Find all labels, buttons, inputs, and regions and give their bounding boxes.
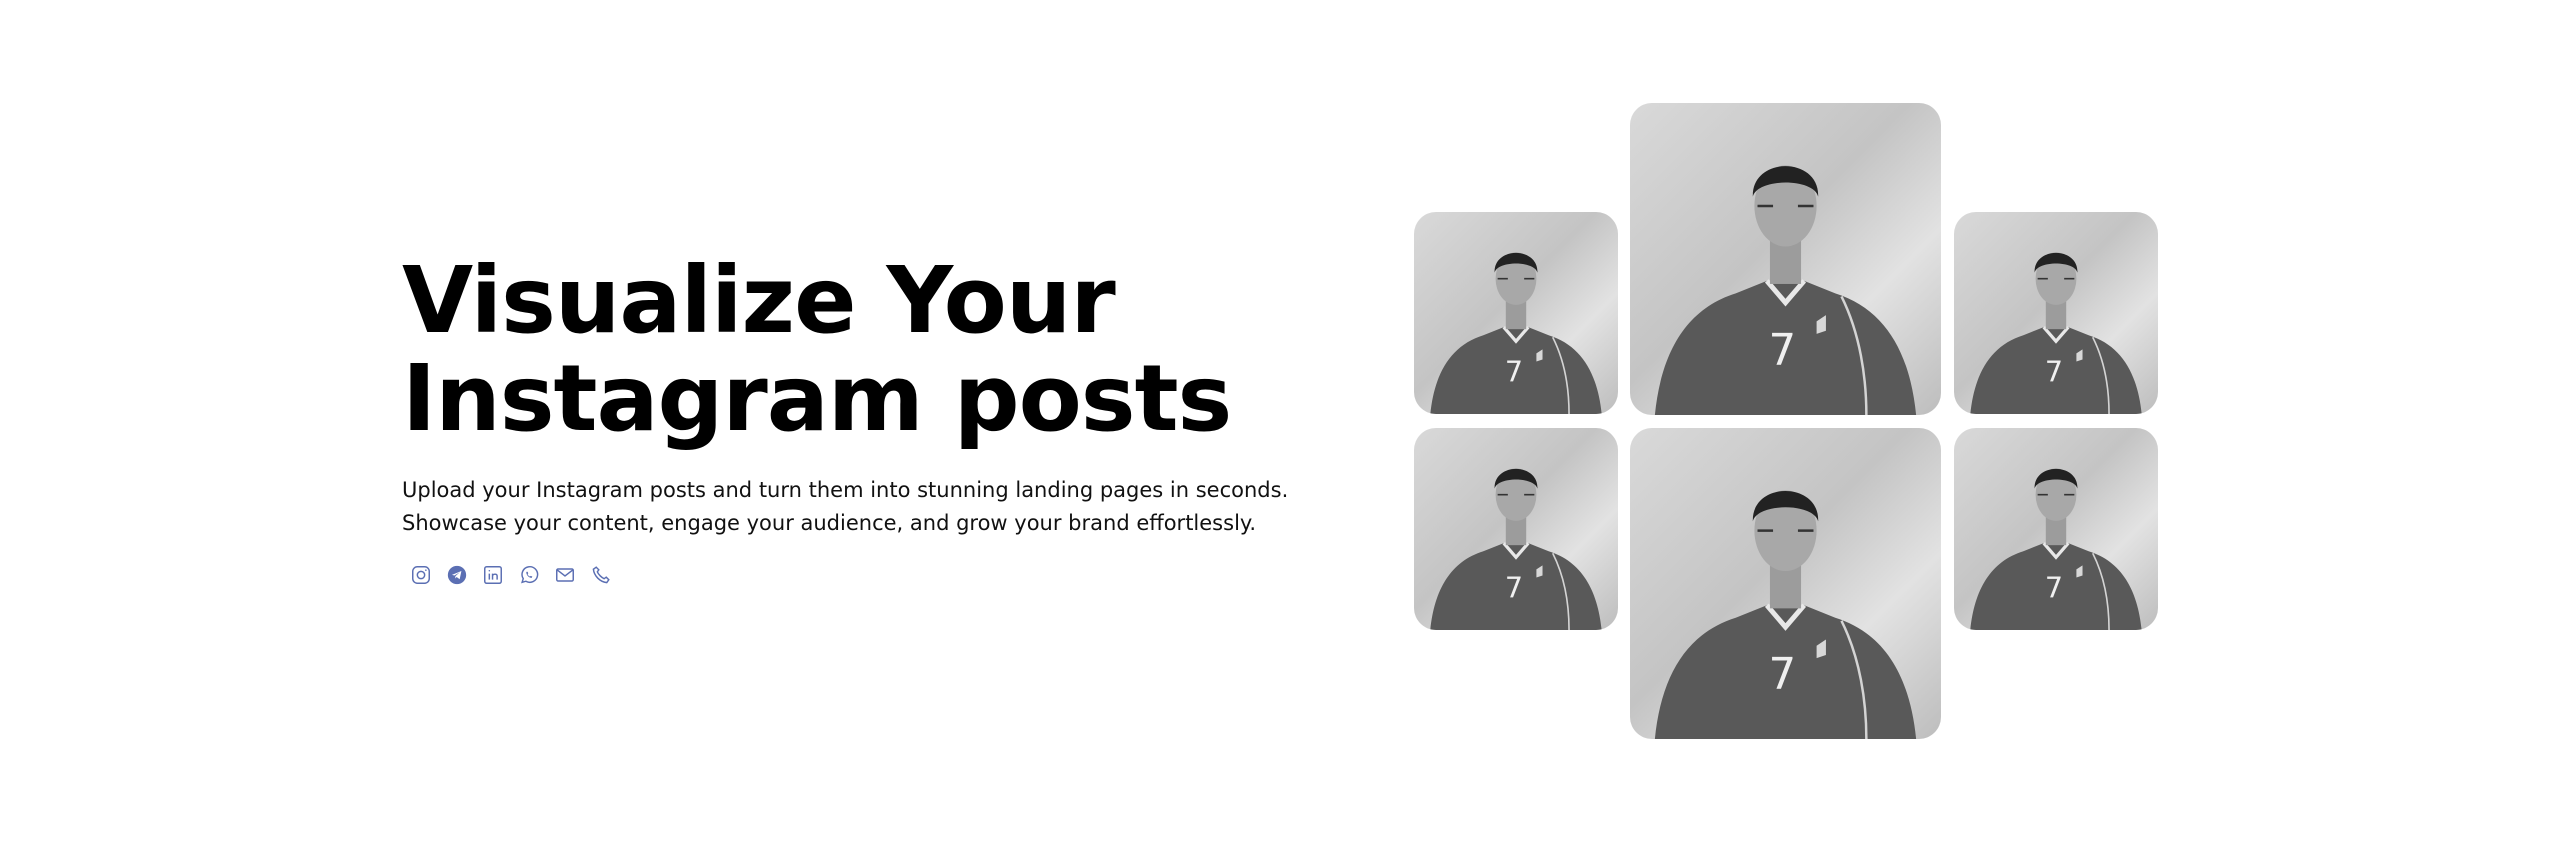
hero-title-line-2: Instagram posts: [402, 345, 1232, 452]
hero-title-line-1: Visualize Your: [402, 247, 1116, 354]
instagram-icon[interactable]: [408, 562, 434, 588]
hero-subtitle: Upload your Instagram posts and turn the…: [402, 478, 1289, 535]
player-photo: 7: [1430, 468, 1602, 630]
hero-title: Visualize Your Instagram posts: [402, 252, 1302, 448]
jersey-number: 7: [1769, 650, 1797, 700]
social-links: [408, 562, 1302, 588]
player-photo: 7: [1654, 165, 1917, 415]
linkedin-icon[interactable]: [480, 562, 506, 588]
gallery-image-small-right-bottom[interactable]: 7: [1954, 428, 2158, 630]
jersey-number: 7: [1505, 572, 1523, 605]
player-photo: 7: [1970, 468, 2142, 630]
gallery-image-small-right-top[interactable]: 7: [1954, 212, 2158, 414]
gallery-image-large-center-bottom[interactable]: 7: [1630, 428, 1941, 739]
gallery-image-large-center-top[interactable]: 7: [1630, 103, 1941, 415]
jersey-number: 7: [1769, 326, 1797, 376]
player-photo: 7: [1970, 252, 2142, 414]
gallery-image-small-left-bottom[interactable]: 7: [1414, 428, 1618, 630]
email-icon[interactable]: [552, 562, 578, 588]
phone-icon[interactable]: [588, 562, 614, 588]
gallery-image-small-left-top[interactable]: 7: [1414, 212, 1618, 414]
jersey-number: 7: [2045, 356, 2063, 389]
whatsapp-icon[interactable]: [516, 562, 542, 588]
player-photo: 7: [1654, 490, 1917, 739]
player-photo: 7: [1430, 252, 1602, 414]
hero-section: Visualize Your Instagram posts Upload yo…: [402, 252, 1302, 588]
telegram-icon[interactable]: [444, 562, 470, 588]
jersey-number: 7: [1505, 356, 1523, 389]
jersey-number: 7: [2045, 572, 2063, 605]
